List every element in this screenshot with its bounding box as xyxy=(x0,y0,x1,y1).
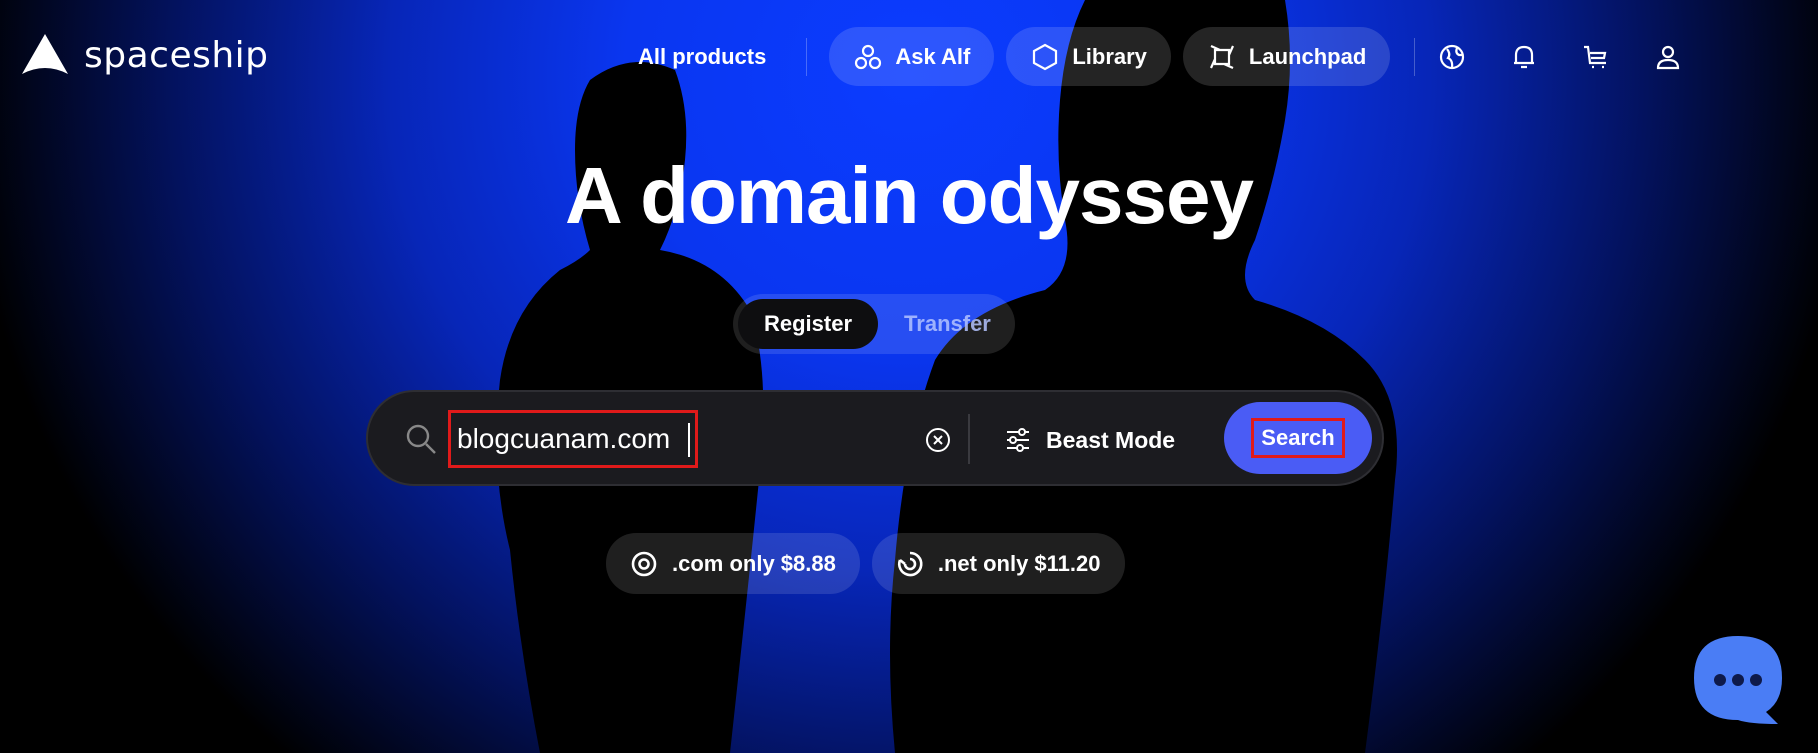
nav-library-button[interactable]: Library xyxy=(1006,27,1171,86)
library-hexagon-icon xyxy=(1033,43,1058,70)
tab-transfer[interactable]: Transfer xyxy=(878,299,1017,349)
user-icon[interactable] xyxy=(1653,42,1683,72)
nav-divider xyxy=(1414,37,1416,76)
search-icon xyxy=(406,424,436,454)
promo-com[interactable]: .com only $8.88 xyxy=(606,533,860,594)
nav-ask-alf-label: Ask Alf xyxy=(895,43,971,69)
promo-net-label: .net only $11.20 xyxy=(937,550,1101,576)
net-icon xyxy=(897,551,923,576)
nav-launchpad-button[interactable]: Launchpad xyxy=(1182,27,1391,86)
search-input-highlight xyxy=(448,410,698,468)
domain-search-input[interactable] xyxy=(451,413,695,465)
search-button-label: Search xyxy=(1251,418,1345,458)
globe-icon[interactable] xyxy=(1437,42,1467,72)
text-caret xyxy=(688,423,690,457)
nav-launchpad-label: Launchpad xyxy=(1248,43,1367,69)
nav-links: All products Ask Alf Library Launchpad xyxy=(620,27,1683,86)
nav-ask-alf-button[interactable]: Ask Alf xyxy=(829,27,995,86)
ask-alf-icon xyxy=(855,44,882,69)
hero-title: A domain odyssey xyxy=(565,151,1254,240)
search-button[interactable]: Search xyxy=(1224,402,1372,474)
beast-mode-button[interactable]: Beast Mode xyxy=(1004,420,1175,460)
nav-icon-group xyxy=(1437,42,1683,72)
nav-divider xyxy=(806,37,808,76)
top-navigation: spaceship All products Ask Alf Library L… xyxy=(0,0,1818,112)
brand-name: spaceship xyxy=(84,34,269,76)
nav-library-label: Library xyxy=(1072,43,1147,69)
nav-all-products[interactable]: All products xyxy=(620,44,784,70)
domain-search-bar: Beast Mode Search xyxy=(366,390,1384,486)
bell-icon[interactable] xyxy=(1509,42,1539,72)
cart-icon[interactable] xyxy=(1581,42,1611,72)
spaceship-logo-icon xyxy=(22,34,68,74)
promo-com-label: .com only $8.88 xyxy=(672,550,836,576)
promo-net[interactable]: .net only $11.20 xyxy=(871,533,1125,594)
tab-register[interactable]: Register xyxy=(738,299,879,349)
chat-icon[interactable] xyxy=(1690,632,1786,728)
com-icon xyxy=(631,551,657,576)
beast-mode-label: Beast Mode xyxy=(1046,426,1176,453)
brand-logo[interactable]: spaceship xyxy=(20,32,269,78)
launchpad-icon xyxy=(1209,44,1234,69)
search-divider xyxy=(968,414,970,464)
promo-chips: .com only $8.88 .net only $11.20 xyxy=(606,533,1125,594)
sliders-icon xyxy=(1007,428,1029,452)
register-transfer-toggle: Register Transfer xyxy=(733,294,1015,354)
clear-icon[interactable] xyxy=(924,426,952,454)
person-silhouette-right xyxy=(890,0,1397,753)
